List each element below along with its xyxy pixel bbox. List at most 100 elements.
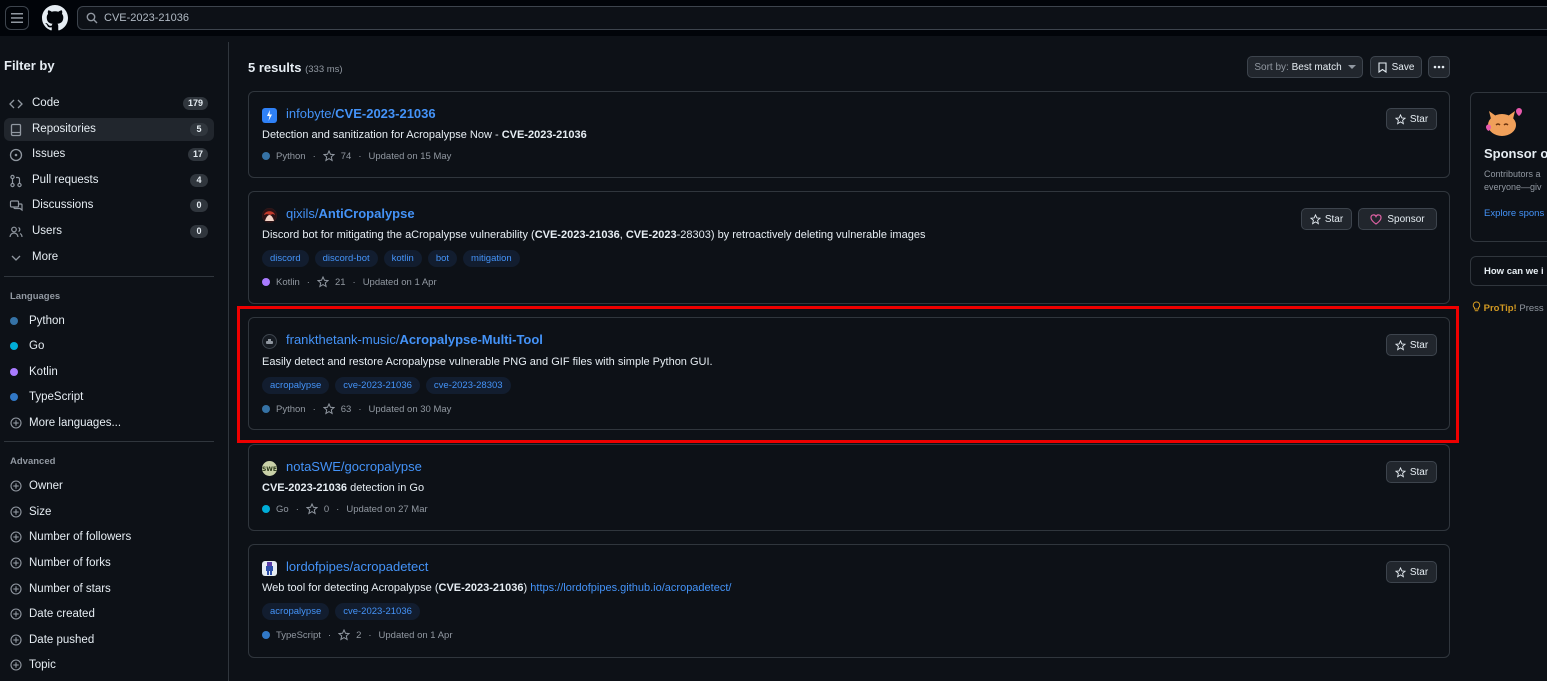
description-highlight: CVE-2023-21036 — [262, 482, 348, 494]
language-color-dot — [262, 631, 270, 639]
advanced-filter-size[interactable]: Size — [10, 506, 51, 518]
repo-language: Go — [276, 503, 289, 515]
repo-stars[interactable]: 74 — [341, 151, 352, 162]
filter-title: Filter by — [4, 58, 55, 73]
owner-avatar[interactable]: SWE — [262, 461, 277, 476]
topic-tag[interactable]: bot — [427, 250, 458, 267]
language-typescript[interactable]: TypeScript — [10, 391, 83, 403]
caret-down-icon — [1347, 65, 1356, 69]
plus-circle-icon — [10, 634, 22, 646]
language-color-dot — [262, 505, 270, 513]
homepage-link[interactable]: https://lordofpipes.github.io/acropadete… — [530, 582, 731, 594]
owner-avatar[interactable] — [262, 108, 277, 123]
advanced-filter-label: Number of forks — [29, 557, 111, 569]
advanced-filter-topic[interactable]: Topic — [10, 659, 56, 671]
lightning-logo-icon — [267, 110, 272, 121]
advanced-filter-number-of-stars[interactable]: Number of stars — [10, 583, 111, 595]
filter-code[interactable]: Code 179 — [4, 92, 214, 115]
sort-dropdown[interactable]: Sort by: Best match — [1247, 56, 1363, 78]
swe-avatar-icon: SWE — [262, 466, 277, 473]
advanced-filter-label: Size — [29, 506, 52, 518]
language-go[interactable]: Go — [10, 340, 44, 352]
repo-link[interactable]: notaSWE/gocropalypse — [286, 459, 422, 474]
results-time: (333 ms) — [305, 64, 343, 75]
filter-pull-requests[interactable]: Pull requests 4 — [4, 169, 214, 192]
star-icon — [1394, 113, 1406, 125]
repo-name: gocropalypse — [344, 459, 422, 474]
advanced-filter-number-of-followers[interactable]: Number of followers — [10, 531, 131, 543]
search-bar[interactable] — [77, 6, 1547, 30]
sponsor-label: Sponsor — [1387, 213, 1425, 225]
star-button[interactable]: Star — [1386, 561, 1437, 583]
advanced-filter-label: Topic — [29, 659, 56, 671]
owner-avatar[interactable] — [262, 561, 277, 576]
protip: ProTip! Press — [1472, 301, 1544, 314]
star-button[interactable]: Star — [1301, 208, 1352, 230]
repo-link[interactable]: lordofpipes/acropadetect — [286, 559, 428, 574]
save-button[interactable]: Save — [1370, 56, 1422, 78]
star-icon — [322, 150, 335, 162]
protip-label: ProTip! — [1483, 303, 1517, 314]
explore-sponsors-link[interactable]: Explore spons — [1484, 208, 1544, 219]
filter-more[interactable]: More — [4, 246, 214, 269]
menu-button[interactable] — [5, 6, 29, 30]
repo-owner: infobyte/ — [286, 106, 336, 121]
repo-description: CVE-2023-21036 detection in Go — [262, 482, 424, 494]
filter-discussions-count: 0 — [190, 199, 208, 212]
repo-stars[interactable]: 0 — [324, 504, 329, 515]
repo-stars[interactable]: 21 — [335, 277, 346, 288]
language-python[interactable]: Python — [10, 315, 65, 327]
bookmark-icon — [1378, 61, 1387, 73]
mona-hearts-icon — [1486, 108, 1522, 136]
topic-tag[interactable]: discord — [262, 250, 309, 267]
filter-issues-label: Issues — [32, 148, 66, 160]
feedback-panel[interactable]: How can we i — [1470, 256, 1547, 286]
sponsor-panel: Sponsor op Contributors a everyone—giv Ex… — [1470, 92, 1547, 242]
more-languages-link[interactable]: More languages... — [10, 417, 121, 429]
star-button[interactable]: Star — [1386, 461, 1437, 483]
filter-issues[interactable]: Issues 17 — [4, 143, 214, 166]
repo-language: Python — [276, 150, 306, 162]
owner-avatar[interactable] — [262, 208, 277, 223]
more-options-button[interactable] — [1428, 56, 1450, 78]
topic-tag[interactable]: kotlin — [383, 250, 422, 267]
meta-separator: · — [352, 276, 356, 288]
topic-tag[interactable]: mitigation — [463, 250, 520, 267]
advanced-filter-owner[interactable]: Owner — [10, 480, 63, 492]
sponsor-button[interactable]: Sponsor — [1358, 208, 1437, 230]
language-color-dot — [262, 278, 270, 286]
github-logo-icon[interactable] — [42, 5, 68, 31]
repo-owner: qixils/ — [286, 206, 319, 221]
star-label: Star — [1409, 466, 1429, 478]
topic-tag[interactable]: acropalypse — [262, 603, 330, 620]
language-color-dot — [10, 342, 18, 350]
repo-updated: Updated on 1 Apr — [362, 276, 437, 288]
filter-users-count: 0 — [190, 225, 208, 238]
star-button[interactable]: Star — [1386, 108, 1437, 130]
filter-repositories-label: Repositories — [32, 123, 96, 135]
advanced-filter-date-pushed[interactable]: Date pushed — [10, 634, 94, 646]
repo-link[interactable]: infobyte/CVE-2023-21036 — [286, 106, 436, 121]
topic-tag[interactable]: discord-bot — [314, 250, 378, 267]
description-highlight: CVE-2023-21036 — [534, 229, 620, 241]
language-kotlin[interactable]: Kotlin — [10, 366, 58, 378]
topic-tag[interactable]: cve-2023-21036 — [335, 603, 420, 620]
advanced-filter-label: Number of followers — [29, 531, 132, 543]
repo-description: Discord bot for mitigating the aCropalyp… — [262, 229, 925, 241]
svg-text:SWE: SWE — [262, 466, 277, 473]
advanced-filter-label: Owner — [29, 480, 63, 492]
filter-discussions[interactable]: Discussions 0 — [4, 194, 214, 217]
search-input[interactable] — [104, 9, 704, 27]
filter-users[interactable]: Users 0 — [4, 220, 214, 243]
filter-repositories[interactable]: Repositories 5 — [4, 118, 214, 141]
description-text: Discord bot for mitigating the aCropalyp… — [262, 229, 535, 241]
sort-value: Best match — [1291, 61, 1342, 73]
advanced-filter-label: Date pushed — [29, 634, 95, 646]
advanced-filter-date-created[interactable]: Date created — [10, 608, 95, 620]
star-icon — [338, 629, 351, 641]
repo-stars[interactable]: 2 — [356, 630, 361, 641]
repo-link[interactable]: qixils/AntiCropalypse — [286, 206, 415, 221]
plus-circle-icon — [10, 557, 22, 569]
advanced-filter-number-of-forks[interactable]: Number of forks — [10, 557, 111, 569]
meta-separator: · — [327, 629, 332, 641]
